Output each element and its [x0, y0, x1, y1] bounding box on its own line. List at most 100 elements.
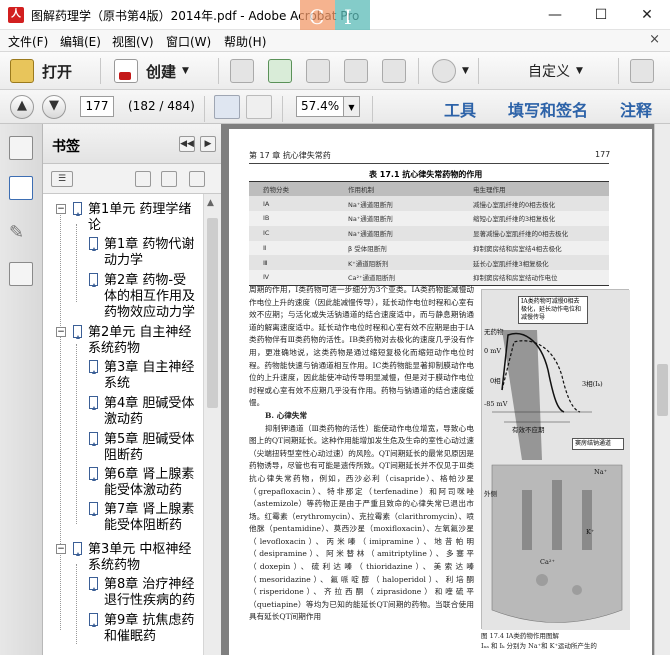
- toolbar-divider: [218, 58, 219, 84]
- bookmark-flag-icon: [89, 360, 98, 374]
- document-scrollbar[interactable]: [654, 124, 670, 655]
- body-text: 周期的作用，Ⅰ类药物可进一步细分为3个亚类。ⅠA类药物能减慢动作电位上升的速度（…: [249, 284, 474, 624]
- toolbar-divider: [204, 96, 205, 122]
- tree-guide-line: [76, 344, 77, 524]
- table-row: ⅠA Na⁺通道阻断剂 减慢心室肌纤维的0相去极化: [249, 196, 609, 212]
- signatures-icon[interactable]: [9, 262, 33, 286]
- toolbar-divider: [618, 58, 619, 84]
- tools-pane-link[interactable]: 工具: [444, 97, 476, 121]
- document-view[interactable]: 第 17 章 抗心律失常药 177 表 17.1 抗心律失常药物的作用 药物分类…: [221, 124, 670, 655]
- email-button[interactable]: [382, 57, 406, 85]
- collapse-panel-icon[interactable]: ◀◀: [179, 136, 195, 152]
- menu-file[interactable]: 文件(F): [8, 33, 48, 50]
- page-number: 177: [595, 150, 611, 159]
- create-pdf-icon: [114, 59, 138, 83]
- scrollbar-thumb[interactable]: [207, 218, 218, 408]
- save-button[interactable]: [230, 57, 254, 85]
- toolbar-divider: [418, 58, 419, 84]
- chevron-down-icon: ▼: [182, 66, 189, 76]
- tree-guide-line: [76, 564, 77, 644]
- upload-button[interactable]: [268, 57, 292, 85]
- zoom-input[interactable]: 57.4%: [296, 96, 344, 117]
- table-row: Ⅲ K⁺通道阻断剂 延长心室肌纤维3相复极化: [249, 255, 609, 271]
- bookmark-flag-icon: [89, 432, 98, 446]
- menu-view[interactable]: 视图(V): [112, 33, 154, 50]
- toolbar-divider: [282, 96, 283, 122]
- new-bookmark-icon[interactable]: [161, 171, 177, 187]
- acrobat-app-icon[interactable]: 人: [8, 7, 24, 23]
- table-row: ⅠC Na⁺通道阻断剂 显著减慢心室肌纤维的0相去极化: [249, 225, 609, 241]
- navigation-rail: ✎: [0, 124, 43, 655]
- customize-label: 自定义: [528, 64, 570, 80]
- trash-icon[interactable]: [135, 171, 151, 187]
- bookmark-options-icon[interactable]: ☰: [51, 171, 73, 187]
- open-button[interactable]: 打开: [10, 57, 72, 85]
- bookmarks-title: 书签: [52, 139, 80, 155]
- watermark-logo: C I: [300, 0, 370, 30]
- tree-guide-line: [76, 224, 77, 302]
- create-label: 创建: [146, 62, 177, 81]
- figure-annotation: ⅠA类药物可减慢0相去极化，延长动作电位和减慢传导: [518, 296, 588, 324]
- table-title: 表 17.1 抗心律失常药物的作用: [369, 170, 483, 179]
- arrow-down-icon: ▼: [49, 98, 59, 113]
- page-number-input[interactable]: 177: [80, 96, 114, 117]
- page-count: (182 / 484): [128, 99, 195, 113]
- open-label: 打开: [42, 62, 73, 81]
- print-button[interactable]: [306, 57, 330, 85]
- printer-icon: [306, 59, 330, 83]
- drug-table: 药物分类 作用机制 电生理作用 ⅠA Na⁺通道阻断剂 减慢心室肌纤维的0相去极化 …: [249, 181, 609, 286]
- create-button[interactable]: 创建 ▼: [114, 57, 189, 85]
- attachments-paperclip-icon[interactable]: ✎: [9, 222, 33, 246]
- table-row: ⅠB Na⁺通道阻断剂 缩短心室肌纤维的3相复极化: [249, 211, 609, 226]
- gear-icon: [432, 59, 456, 83]
- page-thumbnails-icon[interactable]: [9, 136, 33, 160]
- expand-bookmark-icon[interactable]: [189, 171, 205, 187]
- save-icon: [230, 59, 254, 83]
- bookmark-flag-icon: [89, 273, 98, 287]
- previous-page-button[interactable]: ▲: [10, 95, 34, 119]
- comment-pane-link[interactable]: 注释: [620, 97, 652, 121]
- fill-sign-pane-link[interactable]: 填写和签名: [508, 97, 588, 121]
- main-toolbar: 打开 创建 ▼ ▼ 自定义 ▼: [0, 52, 670, 90]
- bookmarks-icon[interactable]: [9, 176, 33, 200]
- paragraph: 抑制钾通道（Ⅲ类药物的活性）能使动作电位增宽，导致心电图上的QT间期延长。这种作…: [249, 423, 474, 622]
- cloud-upload-icon: [268, 59, 292, 83]
- navigation-toolbar: ▲ ▼ 177 (182 / 484) 57.4% ▼ 工具 填写和签名 注释: [0, 90, 670, 124]
- figure-17-4: ⅠA类药物可减慢0相去极化，延长动作电位和减慢传导 窦房结钠通道 无药物 0 m…: [481, 289, 630, 630]
- zoom-dropdown-icon[interactable]: ▼: [344, 96, 360, 117]
- minimize-button[interactable]: —: [532, 0, 578, 30]
- toolbar-divider: [478, 58, 479, 84]
- menu-edit[interactable]: 编辑(E): [60, 33, 101, 50]
- collapse-toggle-icon[interactable]: −: [56, 544, 66, 554]
- select-tool-icon[interactable]: [214, 95, 240, 119]
- menu-window[interactable]: 窗口(W): [166, 33, 211, 50]
- fullscreen-button[interactable]: [630, 57, 654, 85]
- bookmark-flag-icon: [89, 577, 98, 591]
- next-page-button[interactable]: ▼: [42, 95, 66, 119]
- tree-guide-line: [60, 210, 61, 630]
- share-button[interactable]: [344, 57, 368, 85]
- bookmark-flag-icon: [89, 502, 98, 516]
- bookmarks-panel: 书签 ◀◀ ▶ ☰ − 第1单元 药理学绪 论 第1章 药物代谢 动力学 第2章…: [43, 124, 221, 655]
- panel-options-icon[interactable]: ▶: [200, 136, 216, 152]
- maximize-button[interactable]: ☐: [578, 0, 624, 30]
- table-row: Ⅳ Ca²⁺通道阻断剂 抑制窦房结和房室结动作电位: [249, 270, 609, 286]
- expand-icon: [630, 59, 654, 83]
- figure-annotation: 窦房结钠通道: [572, 438, 624, 450]
- close-window-button[interactable]: ✕: [624, 0, 670, 30]
- bookmarks-scrollbar[interactable]: ▲: [203, 194, 221, 655]
- close-document-icon[interactable]: ×: [649, 32, 660, 47]
- collapse-toggle-icon[interactable]: −: [56, 327, 66, 337]
- collapse-toggle-icon[interactable]: −: [56, 204, 66, 214]
- settings-button[interactable]: ▼: [432, 57, 469, 85]
- hand-tool-icon[interactable]: [246, 95, 272, 119]
- customize-menu[interactable]: 自定义 ▼: [528, 57, 583, 85]
- scroll-up-icon[interactable]: ▲: [207, 198, 214, 208]
- table-header-row: 药物分类 作用机制 电生理作用: [249, 181, 609, 197]
- section-heading: B. 心律失常: [265, 410, 308, 420]
- menu-help[interactable]: 帮助(H): [224, 33, 266, 50]
- folder-icon: [10, 59, 34, 83]
- action-potential-diagram: [482, 290, 630, 630]
- bookmark-flag-icon: [89, 467, 98, 481]
- scrollbar-thumb[interactable]: [657, 364, 668, 416]
